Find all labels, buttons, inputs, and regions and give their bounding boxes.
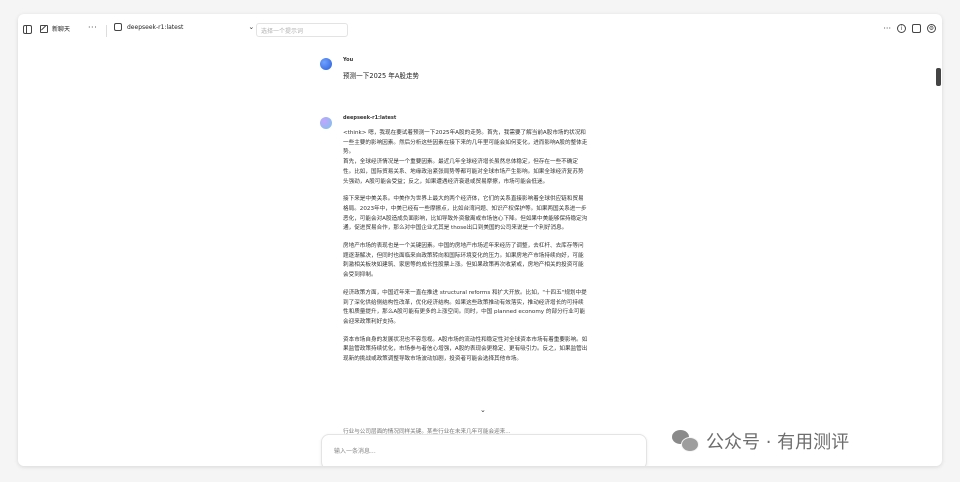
robot-icon [114,23,122,31]
share-icon[interactable] [912,24,921,33]
bot-paragraph: 资本市场自身的发展状况也不容忽视。A股市场的流动性和稳定性对全球资本市场有着重要… [343,336,588,363]
wechat-icon [672,430,699,452]
bot-paragraph: 接下来是中美关系。中美作为世界上最大的两个经济体，它们的关系直接影响着全球供应链… [343,196,588,232]
scrollbar-thumb[interactable] [936,68,941,86]
chevron-down-icon: ⌄ [248,23,255,31]
bot-paragraph: <think> 嗯，我现在要试着预测一下2025年A股的走势。首先，我需要了解当… [343,130,588,185]
gear-icon[interactable]: ⚙ [927,24,936,33]
user-avatar [320,58,332,70]
prompt-select[interactable]: 选择一个提示词 [256,23,348,37]
user-message: 预测一下2025 年A股走势 [343,72,420,80]
topbar-actions: ··· i ⚙ [883,24,936,33]
bot-avatar [320,117,332,129]
bot-name: deepseek-r1:latest [343,115,397,121]
watermark-text: 公众号 · 有用测评 [706,432,850,453]
info-icon[interactable]: i [897,24,906,33]
message-input-box [321,434,647,466]
more-options-icon[interactable]: ··· [883,24,891,33]
model-selector[interactable]: deepseek-r1:latest ⌄ [114,23,254,31]
message-input[interactable] [332,447,616,456]
user-name: You [343,57,354,63]
watermark: 公众号 · 有用测评 [672,428,849,454]
more-dots-icon[interactable]: ··· [88,23,97,32]
new-chat-button[interactable]: 新聊天 [40,24,70,33]
sidebar-toggle-icon[interactable] [23,25,32,34]
bot-paragraph: 房地产市场的表现也是一个关键因素。中国的房地产市场近年来经历了调整，去杠杆、去库… [343,243,584,279]
scroll-down-icon[interactable]: ⌄ [480,406,486,414]
bot-message: <think> 嗯，我现在要试着预测一下2025年A股的走势。首先，我需要了解当… [343,129,589,373]
edit-icon [40,24,48,33]
app-window: 新聊天 ··· deepseek-r1:latest ⌄ 选择一个提示词 ···… [18,14,942,466]
prompt-select-placeholder: 选择一个提示词 [261,27,304,35]
model-name: deepseek-r1:latest [127,23,184,31]
top-bar: 新聊天 ··· deepseek-r1:latest ⌄ 选择一个提示词 ···… [18,14,942,48]
new-chat-label: 新聊天 [52,26,71,33]
divider [106,25,107,37]
bot-paragraph: 经济政策方面，中国近年来一直在推进 structural reforms 和扩大… [343,289,587,325]
